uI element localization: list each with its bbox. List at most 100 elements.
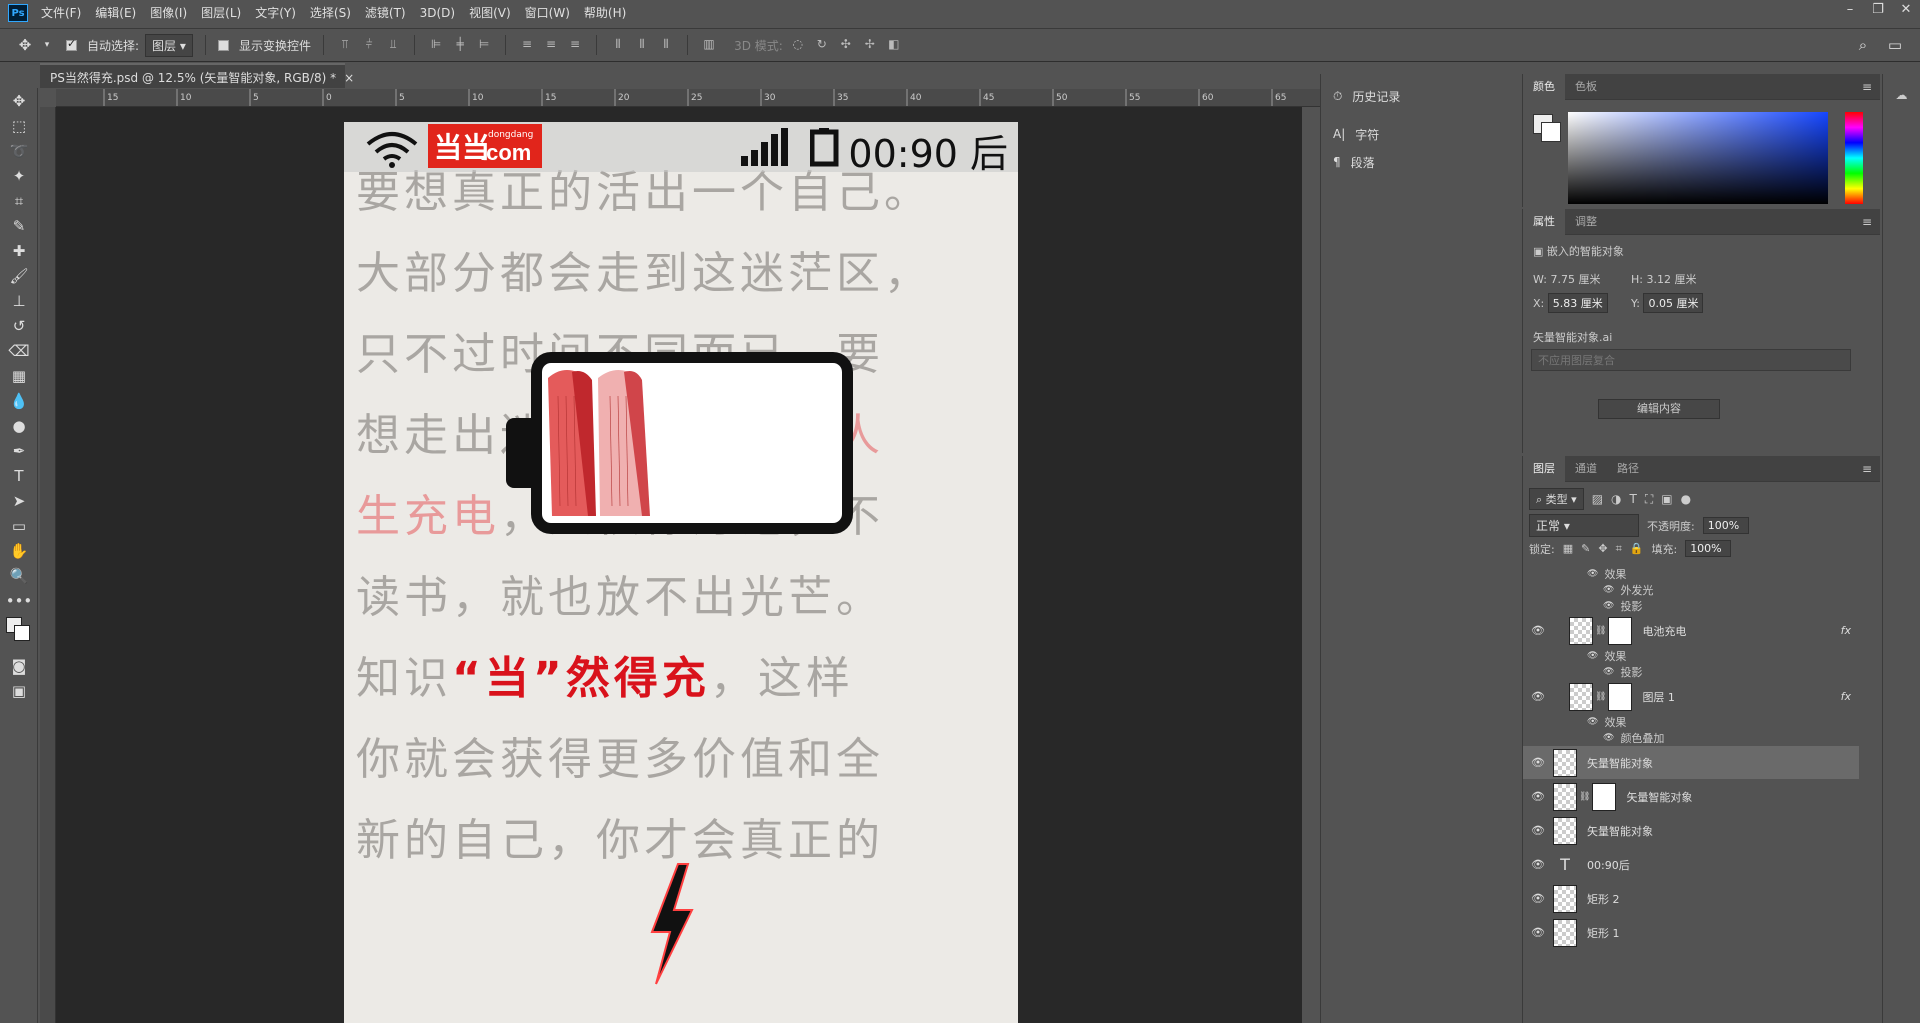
tab-paths[interactable]: 路径: [1607, 456, 1649, 482]
effect-visibility-icon[interactable]: 👁: [1603, 667, 1614, 677]
3d-orbit-icon[interactable]: ◌: [789, 37, 807, 53]
tab-properties[interactable]: 属性: [1523, 208, 1565, 235]
more-tools-icon[interactable]: •••: [0, 588, 38, 613]
dock-character[interactable]: A| 字符: [1321, 120, 1520, 148]
panel-menu-icon[interactable]: ≡: [1862, 215, 1872, 229]
pen-tool-icon[interactable]: ✒: [0, 438, 38, 463]
menu-item-10[interactable]: 帮助(H): [577, 0, 633, 26]
dock-history[interactable]: ⏱ 历史记录: [1321, 82, 1520, 110]
color-swatches[interactable]: [0, 613, 38, 653]
dodge-tool-icon[interactable]: ●: [0, 413, 38, 438]
3d-roll-icon[interactable]: ↻: [813, 37, 831, 53]
filter-pixel-icon[interactable]: ▨: [1592, 492, 1603, 506]
move-tool-icon[interactable]: ✥: [14, 36, 36, 54]
tab-swatches[interactable]: 色板: [1565, 74, 1607, 100]
menu-item-4[interactable]: 文字(Y): [248, 0, 303, 26]
document-tab[interactable]: PS当然得充.psd @ 12.5% (矢量智能对象, RGB/8) * ×: [40, 63, 354, 88]
color-picker-field[interactable]: [1568, 112, 1828, 204]
document-canvas[interactable]: 要想真正的活出一个自己。大部分都会走到这迷茫区，只不过时间不同而已，要想走出迷茫…: [344, 122, 1018, 1023]
lock-all-icon[interactable]: 🔒: [1630, 542, 1644, 555]
lasso-tool-icon[interactable]: ➰: [0, 138, 38, 163]
distribute-vcenter-icon[interactable]: ≡: [542, 37, 560, 53]
auto-select-dropdown[interactable]: 图层 ▾: [145, 33, 194, 57]
path-select-icon[interactable]: ➤: [0, 488, 38, 513]
tab-color[interactable]: 颜色: [1523, 73, 1565, 100]
libraries-icon[interactable]: ☁: [1891, 88, 1913, 106]
rectangle-tool-icon[interactable]: ▭: [0, 513, 38, 538]
link-icon[interactable]: ⛓: [1579, 792, 1590, 802]
background-swatch[interactable]: [1541, 122, 1561, 142]
menu-item-2[interactable]: 图像(I): [143, 0, 194, 26]
menu-item-5[interactable]: 选择(S): [303, 0, 358, 26]
layer-mask-thumbnail[interactable]: [1592, 782, 1617, 811]
brush-tool-icon[interactable]: 🖌: [0, 263, 38, 288]
layer-row[interactable]: 👁 矢量智能对象: [1523, 746, 1859, 779]
lock-transparent-icon[interactable]: ▦: [1563, 542, 1573, 555]
link-icon[interactable]: ⛓: [1595, 692, 1606, 702]
3d-scale-icon[interactable]: ◧: [885, 37, 903, 53]
horizontal-ruler[interactable]: 15 10 5 0 5 10 15 20 25 30 35 40 45 50 55 60 65: [56, 89, 1320, 107]
healing-brush-icon[interactable]: ✚: [0, 238, 38, 263]
fx-icon[interactable]: fx: [1841, 624, 1851, 637]
magic-wand-icon[interactable]: ✦: [0, 163, 38, 188]
layer-mask-thumbnail[interactable]: [1608, 682, 1633, 711]
stamp-tool-icon[interactable]: ⊥: [0, 288, 38, 313]
screen-mode-icon[interactable]: ▣: [0, 678, 38, 703]
effect-visibility-icon[interactable]: 👁: [1603, 601, 1614, 611]
distribute-left-icon[interactable]: ⦀: [609, 37, 627, 53]
panel-menu-icon[interactable]: ≡: [1862, 462, 1872, 476]
layer-filter-dropdown[interactable]: ⌕ 类型 ▾: [1529, 488, 1584, 510]
filter-shape-icon[interactable]: ⛶: [1645, 492, 1653, 507]
y-input[interactable]: 0.05 厘米: [1643, 293, 1704, 313]
layer-visibility-icon[interactable]: 👁: [1523, 790, 1553, 803]
layer-row[interactable]: 👁 矩形 2: [1523, 882, 1859, 915]
layer-row[interactable]: 👁 矢量智能对象: [1523, 814, 1859, 847]
layer-visibility-icon[interactable]: 👁: [1523, 756, 1553, 769]
crop-tool-icon[interactable]: ⌗: [0, 188, 38, 213]
filter-smart-icon[interactable]: ▣: [1661, 492, 1672, 506]
layer-visibility-icon[interactable]: 👁: [1523, 858, 1553, 871]
filter-toggle-icon[interactable]: ●: [1681, 492, 1691, 506]
quick-mask-icon[interactable]: ◙: [0, 653, 38, 678]
opacity-input[interactable]: 100%: [1702, 517, 1749, 534]
fx-icon[interactable]: fx: [1841, 690, 1851, 703]
effect-visibility-icon[interactable]: 👁: [1587, 717, 1598, 727]
search-icon[interactable]: ⌕: [1852, 36, 1874, 54]
restore-button[interactable]: ❐: [1864, 0, 1892, 20]
lock-position-icon[interactable]: ✥: [1598, 542, 1607, 555]
align-vcenter-icon[interactable]: ⫩: [360, 37, 378, 53]
filter-adjust-icon[interactable]: ◑: [1611, 492, 1621, 506]
layer-row[interactable]: 👁 ⛓ 电池充电 fx: [1523, 614, 1859, 647]
hue-slider[interactable]: [1845, 112, 1863, 204]
close-window-button[interactable]: ✕: [1892, 0, 1920, 20]
layer-row[interactable]: 👁 投影: [1523, 664, 1859, 679]
menu-item-0[interactable]: 文件(F): [34, 0, 88, 26]
layer-visibility-icon[interactable]: 👁: [1523, 624, 1553, 637]
menu-item-7[interactable]: 3D(D): [413, 0, 462, 26]
type-tool-icon[interactable]: T: [0, 463, 38, 488]
align-right-icon[interactable]: ⊨: [475, 37, 493, 53]
effect-visibility-icon[interactable]: 👁: [1603, 733, 1614, 743]
effect-visibility-icon[interactable]: 👁: [1603, 585, 1614, 595]
gradient-tool-icon[interactable]: ▦: [0, 363, 38, 388]
tab-layers[interactable]: 图层: [1523, 455, 1565, 482]
layer-row[interactable]: 👁 矩形 1: [1523, 916, 1859, 949]
distribute-bottom-icon[interactable]: ≡: [566, 37, 584, 53]
effect-visibility-icon[interactable]: 👁: [1587, 569, 1598, 579]
history-brush-icon[interactable]: ↺: [0, 313, 38, 338]
auto-align-icon[interactable]: ▥: [700, 37, 718, 53]
layer-row[interactable]: 👁 颜色叠加: [1523, 730, 1859, 745]
workspace-icon[interactable]: ▭: [1884, 36, 1906, 54]
layer-visibility-icon[interactable]: 👁: [1523, 824, 1553, 837]
effect-visibility-icon[interactable]: 👁: [1587, 651, 1598, 661]
menu-item-9[interactable]: 窗口(W): [518, 0, 577, 26]
eraser-icon[interactable]: ⌫: [0, 338, 38, 363]
layer-row[interactable]: 👁 效果: [1523, 714, 1859, 729]
auto-select-checkbox[interactable]: [66, 37, 81, 52]
distribute-right-icon[interactable]: ⦀: [657, 37, 675, 53]
align-top-icon[interactable]: ⫪: [336, 37, 354, 53]
layer-row[interactable]: 👁 ⛓ 矢量智能对象: [1523, 780, 1859, 813]
dock-paragraph[interactable]: ¶ 段落: [1321, 148, 1520, 176]
3d-pan-icon[interactable]: ✣: [837, 37, 855, 53]
layer-row[interactable]: 👁 效果: [1523, 648, 1859, 663]
